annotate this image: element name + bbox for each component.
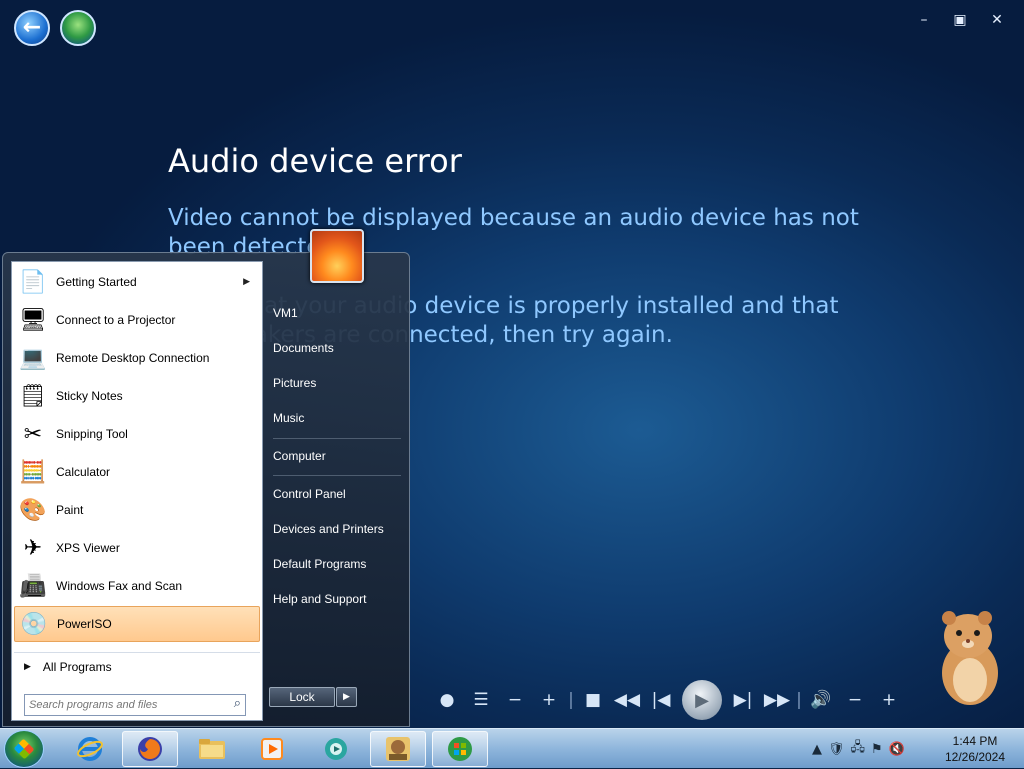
right-item-pictures[interactable]: Pictures (273, 368, 403, 398)
right-item-computer[interactable]: Computer (273, 441, 403, 471)
getting-started-icon: 📄 (19, 269, 47, 295)
lock-button[interactable]: Lock (269, 687, 335, 707)
player-controls: ● ☰ − + | ■ ◀◀ |◀ ▶ ▶| ▶▶ | 🔊 − + (430, 680, 906, 720)
taskbar: ▲ 🛡 🖧 ⚑ 🔇 1:44 PM 12/26/2024 (0, 728, 1024, 768)
all-programs-label: All Programs (42, 660, 112, 674)
program-remote-desktop[interactable]: 💻 Remote Desktop Connection (14, 340, 260, 376)
windows-logo-icon[interactable] (60, 10, 96, 46)
action-center-flag-icon[interactable]: ⚑ (871, 742, 883, 757)
calculator-icon: 🧮 (19, 459, 47, 485)
network-icon[interactable]: 🖧 (851, 738, 866, 760)
volume-up-icon[interactable]: + (872, 680, 906, 720)
right-item-user[interactable]: VM1 (273, 298, 403, 328)
right-item-control-panel[interactable]: Control Panel (273, 479, 403, 509)
program-sticky-notes[interactable]: 🗒 Sticky Notes (14, 378, 260, 414)
start-menu: 📄 Getting Started ▶ 🖥 Connect to a Proje… (2, 229, 410, 727)
search-icon[interactable]: ⌕ (234, 696, 241, 711)
back-arrow-icon[interactable] (14, 10, 50, 46)
program-label: XPS Viewer (56, 541, 120, 555)
minimize-button[interactable]: – (912, 12, 936, 28)
file-explorer-icon[interactable] (184, 731, 240, 767)
volume-icon[interactable]: 🔊 (804, 680, 838, 720)
stop-icon[interactable]: ■ (576, 680, 610, 720)
channel-up-icon[interactable]: + (532, 680, 566, 720)
media-player-icon[interactable] (244, 731, 300, 767)
clock-date: 12/26/2024 (944, 750, 1006, 764)
start-button[interactable] (4, 730, 44, 768)
xps-viewer-icon: ✈ (23, 535, 43, 561)
snipping-tool-icon: ✂ (23, 421, 43, 447)
volume-muted-icon[interactable]: 🔇 (889, 742, 905, 757)
separator: | (796, 690, 802, 710)
program-connect-projector[interactable]: 🖥 Connect to a Projector (14, 302, 260, 338)
clock-time: 1:44 PM (952, 734, 998, 748)
hamster-mascot-icon (942, 611, 998, 705)
all-programs-button[interactable]: ▶ All Programs (14, 652, 260, 681)
error-title: Audio device error (168, 142, 462, 180)
program-label: Sticky Notes (56, 389, 123, 403)
fax-scan-icon: 📠 (19, 573, 47, 599)
right-item-help-support[interactable]: Help and Support (273, 584, 403, 614)
windows-live-icon[interactable] (308, 731, 364, 767)
search-input[interactable] (29, 697, 219, 713)
rewind-icon[interactable]: ◀◀ (610, 680, 644, 720)
program-label: Getting Started (56, 275, 137, 289)
right-item-documents[interactable]: Documents (273, 333, 403, 363)
volume-down-icon[interactable]: − (838, 680, 872, 720)
program-calculator[interactable]: 🧮 Calculator (14, 454, 260, 490)
skip-back-icon[interactable]: |◀ (644, 680, 678, 720)
program-label: Calculator (56, 465, 111, 479)
program-poweriso[interactable]: 💿 PowerISO (14, 606, 260, 642)
fast-forward-icon[interactable]: ▶▶ (760, 680, 794, 720)
channel-down-icon[interactable]: − (498, 680, 532, 720)
program-xps-viewer[interactable]: ✈ XPS Viewer (14, 530, 260, 566)
program-label: Remote Desktop Connection (56, 351, 210, 365)
right-item-devices-printers[interactable]: Devices and Printers (273, 514, 403, 544)
submenu-arrow-icon[interactable]: ▶ (243, 277, 250, 287)
firefox-icon[interactable] (122, 731, 178, 767)
sandboxie-icon[interactable] (370, 731, 426, 767)
error-message-line: Video cannot be displayed because an aud… (168, 205, 859, 231)
projector-icon: 🖥 (19, 307, 47, 333)
show-hidden-icons-icon[interactable]: ▲ (812, 742, 822, 757)
program-label: Windows Fax and Scan (56, 579, 183, 593)
remote-desktop-icon: 💻 (19, 345, 47, 371)
restore-button[interactable]: ▣ (948, 12, 972, 28)
program-label: PowerISO (57, 617, 112, 631)
paint-icon: 🎨 (19, 497, 47, 523)
guide-list-icon[interactable]: ☰ (464, 680, 498, 720)
record-icon[interactable]: ● (430, 680, 464, 720)
clock[interactable]: 1:44 PM 12/26/2024 (930, 733, 1020, 765)
right-item-music[interactable]: Music (273, 403, 403, 433)
shutdown-options-arrow-icon[interactable]: ▶ (336, 687, 357, 707)
sticky-notes-icon: 🗒 (19, 383, 47, 409)
program-getting-started[interactable]: 📄 Getting Started ▶ (14, 264, 260, 300)
close-button[interactable]: ✕ (985, 12, 1009, 28)
program-fax-scan[interactable]: 📠 Windows Fax and Scan (14, 568, 260, 604)
windows-media-center-icon[interactable] (432, 731, 488, 767)
play-icon[interactable]: ▶ (682, 680, 722, 720)
user-picture[interactable] (310, 229, 364, 283)
separator: | (568, 690, 574, 710)
divider (273, 475, 401, 476)
windows-logo-icon (13, 738, 35, 760)
right-item-default-programs[interactable]: Default Programs (273, 549, 403, 579)
poweriso-icon: 💿 (20, 611, 48, 637)
triangle-right-icon: ▶ (24, 662, 31, 672)
program-snipping-tool[interactable]: ✂ Snipping Tool (14, 416, 260, 452)
programs-pane: 📄 Getting Started ▶ 🖥 Connect to a Proje… (11, 261, 263, 721)
program-paint[interactable]: 🎨 Paint (14, 492, 260, 528)
program-label: Snipping Tool (56, 427, 128, 441)
internet-explorer-icon[interactable] (62, 731, 118, 767)
program-label: Paint (56, 503, 84, 517)
system-tray: ▲ 🛡 🖧 ⚑ 🔇 (812, 729, 905, 769)
divider (273, 438, 401, 439)
security-shield-icon[interactable]: 🛡 (828, 742, 845, 757)
skip-forward-icon[interactable]: ▶| (726, 680, 760, 720)
search-box[interactable]: ⌕ (24, 694, 246, 716)
program-label: Connect to a Projector (56, 313, 176, 327)
